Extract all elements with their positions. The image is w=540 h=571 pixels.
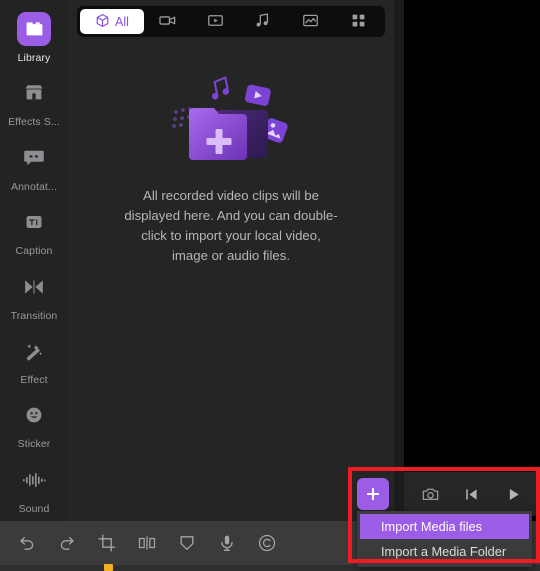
media-filter-tabs: All [77,6,385,37]
watermark-button[interactable] [254,530,280,556]
sidebar-item-label: Annotat... [11,180,57,193]
cube-icon [95,13,110,31]
sidebar-item-library[interactable]: Library [0,6,68,70]
tab-audio[interactable] [239,9,287,34]
crop-button[interactable] [94,530,120,556]
video-camera-icon [158,11,177,33]
sidebar-item-label: Effects S... [8,116,60,129]
previous-frame-button[interactable] [459,481,485,507]
redo-button[interactable] [54,530,80,556]
sidebar-item-label: Transition [10,309,58,322]
store-icon [17,76,51,110]
add-media-button[interactable] [357,478,389,510]
sidebar-item-label: Library [17,52,51,64]
tab-video-clip[interactable] [192,9,240,34]
tab-video[interactable] [144,9,192,34]
grid-icon [349,11,368,33]
undo-button[interactable] [14,530,40,556]
tab-all-label: All [115,14,129,29]
library-icon-wrap [17,12,51,46]
sidebar-item-transition[interactable]: Transition [0,264,68,328]
text-icon [17,205,51,239]
video-editor-window: Library Effects S... Annotat... Caption … [0,0,540,571]
sidebar-item-effect[interactable]: Effect [0,328,68,392]
sidebar-item-caption[interactable]: Caption [0,199,68,263]
menu-item-import-media-folder[interactable]: Import a Media Folder [360,539,529,564]
folder-plus-media-illustration [156,72,306,172]
empty-state-message: All recorded video clips will be display… [124,188,338,263]
menu-item-import-media-files[interactable]: Import Media files [360,514,529,539]
tab-grid[interactable] [334,9,382,34]
empty-library-state: All recorded video clips will be display… [68,72,394,266]
video-preview-area [404,0,540,521]
timeline-clip-marker[interactable] [104,564,113,571]
music-note-icon [253,11,272,33]
smiley-icon [17,398,51,432]
sidebar-item-sound[interactable]: Sound [0,457,68,521]
panel-divider[interactable] [394,0,404,521]
preview-controls-bar [404,472,540,516]
video-clip-icon [206,11,225,33]
sidebar-item-effects-store[interactable]: Effects S... [0,70,68,134]
voiceover-button[interactable] [214,530,240,556]
magic-wand-icon [17,334,51,368]
sidebar-item-label: Sticker [17,438,51,451]
left-sidebar: Library Effects S... Annotat... Caption … [0,0,68,521]
play-button[interactable] [500,481,526,507]
tab-image[interactable] [287,9,335,34]
bottom-toolbar-tools [0,530,280,556]
tab-all[interactable]: All [80,9,144,34]
transition-icon [17,270,51,304]
mask-button[interactable] [174,530,200,556]
folder-icon [17,12,51,46]
image-icon [301,11,320,33]
snapshot-button[interactable] [418,481,444,507]
import-dropdown-menu: Import Media files Import a Media Folder [357,511,532,567]
split-button[interactable] [134,530,160,556]
sidebar-item-label: Effect [20,373,48,386]
speech-bubble-icon [17,141,51,175]
waveform-icon [17,463,51,497]
sidebar-item-annotation[interactable]: Annotat... [0,135,68,199]
sidebar-item-label: Caption [15,245,53,258]
sidebar-item-sticker[interactable]: Sticker [0,392,68,456]
sidebar-item-label: Sound [18,502,50,515]
media-library-panel: All All recorded video clips will be dis… [68,0,394,521]
